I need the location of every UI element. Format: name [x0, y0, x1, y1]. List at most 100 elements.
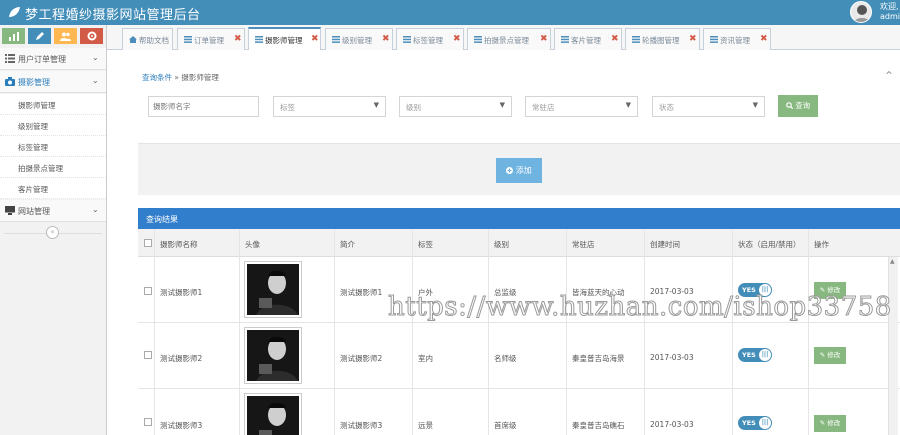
leaf-icon: [9, 7, 20, 17]
menu-item-website[interactable]: 网站管理 ⌄: [0, 200, 106, 222]
pencil-icon[interactable]: [28, 28, 51, 44]
edit-icon: ✎: [819, 419, 826, 427]
photographer-name-input[interactable]: [148, 96, 259, 117]
tab-help[interactable]: 帮助文档: [122, 28, 173, 50]
desktop-icon: [5, 206, 15, 215]
top-navbar: 梦工程婚纱摄影网站管理后台 欢迎, admi: [0, 0, 900, 25]
tab-spot[interactable]: 拍摄景点管理 ✖: [467, 28, 551, 50]
row-checkbox[interactable]: [144, 351, 152, 359]
caret-down-icon: ▼: [625, 101, 631, 109]
close-icon[interactable]: ✖: [234, 34, 242, 44]
submenu-spot[interactable]: 拍摄景点管理: [0, 157, 106, 178]
row-checkbox[interactable]: [144, 418, 152, 426]
app-title: 梦工程婚纱摄影网站管理后台: [25, 8, 201, 23]
close-icon[interactable]: ✖: [689, 34, 697, 44]
toggle-label: YES: [742, 351, 756, 359]
plus-circle-icon: [506, 167, 514, 174]
status-select[interactable]: 状态 ▼: [652, 96, 765, 117]
tab-label: 客片管理: [571, 36, 601, 45]
breadcrumb-root[interactable]: 查询条件: [142, 73, 172, 82]
tab-orders[interactable]: 订单管理 ✖: [177, 28, 245, 50]
photographer-store: 秦皇普吉岛海景: [572, 354, 625, 363]
list-icon: [332, 36, 340, 43]
status-toggle[interactable]: YES |||: [738, 416, 772, 430]
level-select[interactable]: 级别 ▼: [399, 96, 512, 117]
results-header: 查询结果: [138, 208, 900, 229]
search-button[interactable]: 查询: [778, 95, 818, 117]
tab-level[interactable]: 级别管理 ✖: [325, 28, 393, 50]
divider: [566, 229, 567, 435]
column-header: 操作: [814, 240, 829, 249]
tab-label: 订单管理: [194, 36, 224, 45]
tab-news[interactable]: 资讯管理 ✖: [703, 28, 771, 50]
tab-tag[interactable]: 标签管理 ✖: [396, 28, 464, 50]
menu-item-orders[interactable]: 用户订单管理 ⌄: [0, 48, 106, 70]
close-icon[interactable]: ✖: [382, 34, 390, 44]
submenu-level[interactable]: 级别管理: [0, 115, 106, 136]
submenu-photographer[interactable]: 摄影师管理: [0, 94, 106, 115]
column-header: 摄影师名称: [160, 240, 198, 249]
submenu-label: 级别管理: [18, 122, 48, 131]
submenu-tag[interactable]: 标签管理: [0, 136, 106, 157]
store-select[interactable]: 常驻店 ▼: [525, 96, 638, 117]
edit-icon: ✎: [819, 351, 826, 359]
submenu-label: 客片管理: [18, 185, 48, 194]
edit-button[interactable]: ✎ 修改: [814, 347, 846, 364]
close-icon[interactable]: ✖: [611, 34, 619, 44]
edit-button-label: 修改: [827, 351, 841, 359]
select-value: 级别: [406, 103, 421, 112]
select-all-checkbox[interactable]: [144, 239, 152, 247]
table-scrollbar[interactable]: ▲: [888, 257, 898, 435]
breadcrumb: 查询条件 » 摄影师管理: [142, 72, 219, 83]
divider: [412, 229, 413, 435]
user-menu[interactable]: 欢迎, admi: [880, 2, 900, 22]
menu-label: 网站管理: [18, 207, 50, 216]
submenu-client-photos[interactable]: 客片管理: [0, 178, 106, 199]
tab-label: 摄影师管理: [265, 36, 303, 45]
users-icon[interactable]: [54, 28, 77, 44]
photographer-store: 秦皇普吉岛礁石: [572, 421, 625, 430]
photographer-avatar: [245, 394, 301, 435]
watermark: https://www.huzhan.com/ishop33758: [388, 292, 892, 323]
avatar[interactable]: [850, 1, 872, 23]
tab-client-photos[interactable]: 客片管理 ✖: [554, 28, 622, 50]
photographer-level: 名师级: [494, 354, 517, 363]
tab-label: 帮助文档: [139, 36, 169, 45]
breadcrumb-separator: »: [174, 73, 179, 82]
created-time: 2017-03-03: [650, 353, 694, 362]
close-icon[interactable]: ✖: [311, 34, 319, 44]
results-title: 查询结果: [146, 215, 178, 224]
bar-chart-icon[interactable]: [2, 28, 25, 44]
close-icon[interactable]: ✖: [540, 34, 548, 44]
breadcrumb-current: 摄影师管理: [181, 73, 219, 82]
divider: [334, 229, 335, 435]
tag-select[interactable]: 标签 ▼: [273, 96, 386, 117]
menu-label: 摄影管理: [18, 78, 50, 87]
tab-carousel[interactable]: 轮播图管理 ✖: [625, 28, 700, 50]
close-icon[interactable]: ✖: [453, 34, 461, 44]
status-toggle[interactable]: YES |||: [738, 348, 772, 362]
list-icon: [710, 36, 718, 43]
menu-item-photography[interactable]: 摄影管理 ⌄: [0, 71, 106, 93]
submenu-label: 摄影师管理: [18, 101, 56, 110]
edit-button[interactable]: ✎ 修改: [814, 415, 846, 432]
camera-icon: [5, 77, 15, 86]
cogs-icon[interactable]: [80, 28, 103, 44]
chevron-up-icon[interactable]: ⌃: [884, 69, 894, 83]
select-value: 常驻店: [532, 103, 555, 112]
shortcut-buttons: [2, 28, 105, 46]
photographer-level: 首席级: [494, 421, 517, 430]
collapse-sidebar-icon[interactable]: «: [46, 226, 59, 239]
tab-photographer[interactable]: 摄影师管理 ✖: [248, 27, 321, 50]
photographer-tag: 远景: [418, 421, 433, 430]
add-button[interactable]: 添加: [496, 158, 542, 183]
username: admi: [880, 12, 900, 21]
close-icon[interactable]: ✖: [760, 34, 768, 44]
tab-label: 资讯管理: [720, 36, 750, 45]
scroll-up-arrow-icon[interactable]: ▲: [890, 258, 895, 265]
row-checkbox[interactable]: [144, 287, 152, 295]
list-icon: [474, 36, 482, 43]
tab-label: 拍摄景点管理: [484, 36, 529, 45]
column-header: 简介: [340, 240, 355, 249]
photographer-intro: 测试摄影师2: [340, 354, 383, 363]
